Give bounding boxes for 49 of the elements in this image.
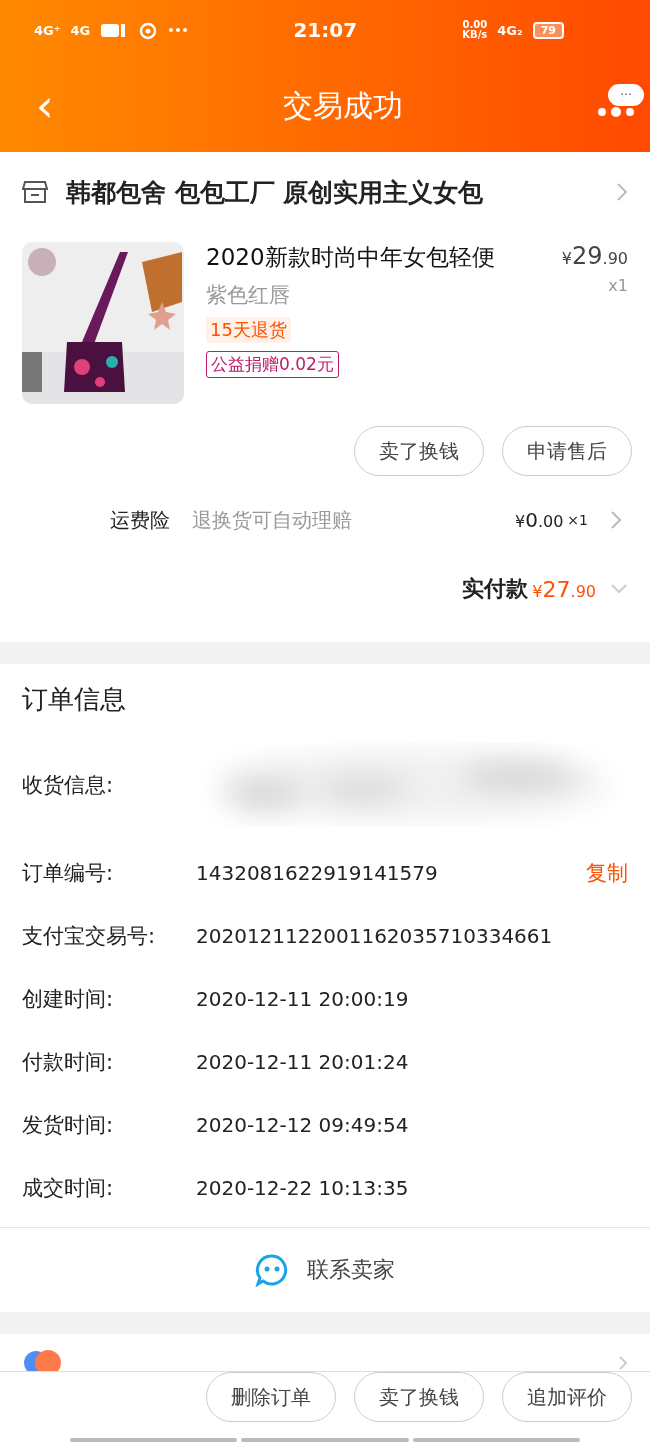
insurance-label: 运费险 [110,506,170,534]
info-value: 2020-12-22 10:13:35 [196,1175,410,1200]
chevron-right-icon[interactable] [610,510,622,530]
status-time: 21:07 [293,18,358,42]
signal-label: 4G⁺ [34,22,61,38]
info-label: 订单编号: [22,859,115,887]
shop-name[interactable]: 韩都包舍 包包工厂 原创实用主义女包 [66,175,598,209]
order-action-button[interactable]: 追加评价 [502,1372,632,1423]
info-label: 收货信息: [22,772,115,799]
net-speed: 0.00 [462,20,488,30]
section-title: 订单信息 [21,683,127,716]
info-label: 成交时间: [22,1174,115,1202]
info-value: 1432081622919141579 [196,860,439,885]
action-button[interactable]: 卖了换钱 [354,426,484,476]
insurance-quantity: ×1 [567,512,588,528]
insurance-description: 退换货可自动理赔 [192,506,353,534]
page-title: 交易成功 [282,86,403,125]
info-value: 2020-12-11 20:00:19 [196,986,410,1011]
info-label: 发货时间: [22,1111,115,1139]
battery-level: 79 [532,21,564,39]
insurance-price: ¥0.00 [515,508,564,532]
chevron-down-icon[interactable] [610,583,628,595]
product-quantity: x1 [608,276,628,295]
signal-label: 4G [70,22,91,38]
more-bubble[interactable]: ··· [608,84,644,106]
product-variant: 紫色红唇 [206,282,290,309]
product-tag: 15天退货 [206,317,291,343]
chat-face-icon [255,1253,289,1287]
product-title[interactable]: 2020新款时尚中年女包轻便 [206,242,495,273]
more-status-icon [168,27,189,33]
info-label: 创建时间: [22,985,115,1013]
net-speed-unit: KB/s [462,30,488,40]
order-action-button[interactable]: 删除订单 [206,1372,336,1423]
more-icon[interactable] [597,106,635,118]
store-icon [22,180,48,204]
total-price: ¥27.90 [532,576,596,602]
total-label: 实付款 [462,575,529,603]
network-label: 4G₂ [497,22,523,38]
info-value: 2020121122001162035710334661 [196,923,554,948]
chevron-right-icon [616,182,628,202]
order-action-button[interactable]: 卖了换钱 [354,1372,484,1423]
info-label: 支付宝交易号: [22,922,157,950]
info-value: 2020-12-12 09:49:54 [196,1112,410,1137]
product-tag: 公益捐赠0.02元 [206,351,339,378]
product-price: ¥29.90 [561,242,628,270]
contact-seller-button[interactable]: 联系卖家 [249,1252,401,1288]
info-value: 2020-12-11 20:01:24 [196,1049,410,1074]
info-label: 付款时间: [22,1048,115,1076]
action-button[interactable]: 申请售后 [502,426,632,476]
